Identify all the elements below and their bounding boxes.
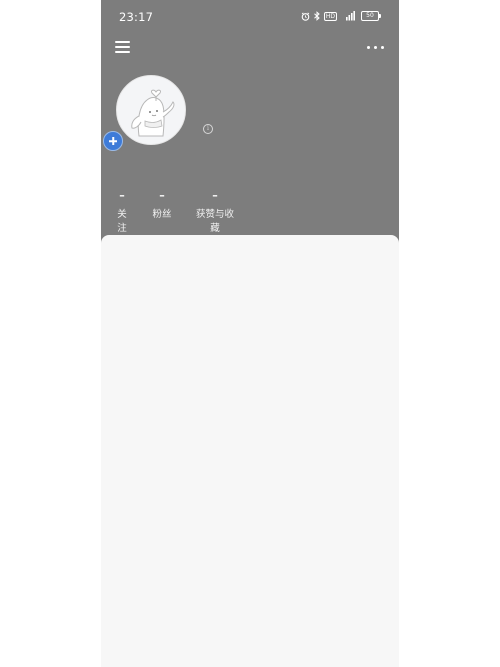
stat-likes-collections-value: – bbox=[212, 189, 218, 202]
status-time: 23:17 bbox=[119, 10, 154, 24]
status-bar: 23:17 HD 50 bbox=[101, 0, 399, 34]
stat-followers-value: – bbox=[159, 189, 165, 202]
stat-followers[interactable]: – 粉丝 bbox=[152, 188, 172, 220]
battery-icon: 50 bbox=[361, 11, 381, 21]
top-bar bbox=[101, 34, 399, 62]
default-avatar-illustration bbox=[131, 89, 175, 137]
stats-row: – 关注 – 粉丝 – 获赞与收藏 bbox=[101, 188, 399, 234]
signal-icon bbox=[341, 11, 355, 21]
stat-likes-collections-label: 获赞与收藏 bbox=[195, 209, 234, 234]
phone-screen: 23:17 HD 50 i – 关注 – 粉丝 – 获赞与收藏 bbox=[101, 0, 399, 667]
stat-following-value: – bbox=[119, 189, 125, 202]
stat-following[interactable]: – 关注 bbox=[113, 188, 131, 234]
plus-icon[interactable] bbox=[103, 131, 123, 151]
info-icon[interactable]: i bbox=[203, 124, 213, 134]
alarm-icon bbox=[301, 12, 310, 21]
stat-likes-collections[interactable]: – 获赞与收藏 bbox=[192, 188, 238, 234]
hamburger-menu-icon[interactable] bbox=[115, 40, 131, 54]
bluetooth-icon bbox=[314, 11, 320, 21]
stat-followers-label: 粉丝 bbox=[152, 209, 172, 220]
hd-badge: HD bbox=[323, 11, 337, 21]
more-dots-icon[interactable] bbox=[367, 42, 385, 52]
avatar[interactable] bbox=[116, 75, 186, 145]
status-icons: HD 50 bbox=[301, 11, 381, 21]
stat-following-label: 关注 bbox=[117, 209, 127, 234]
content-panel bbox=[101, 235, 399, 667]
